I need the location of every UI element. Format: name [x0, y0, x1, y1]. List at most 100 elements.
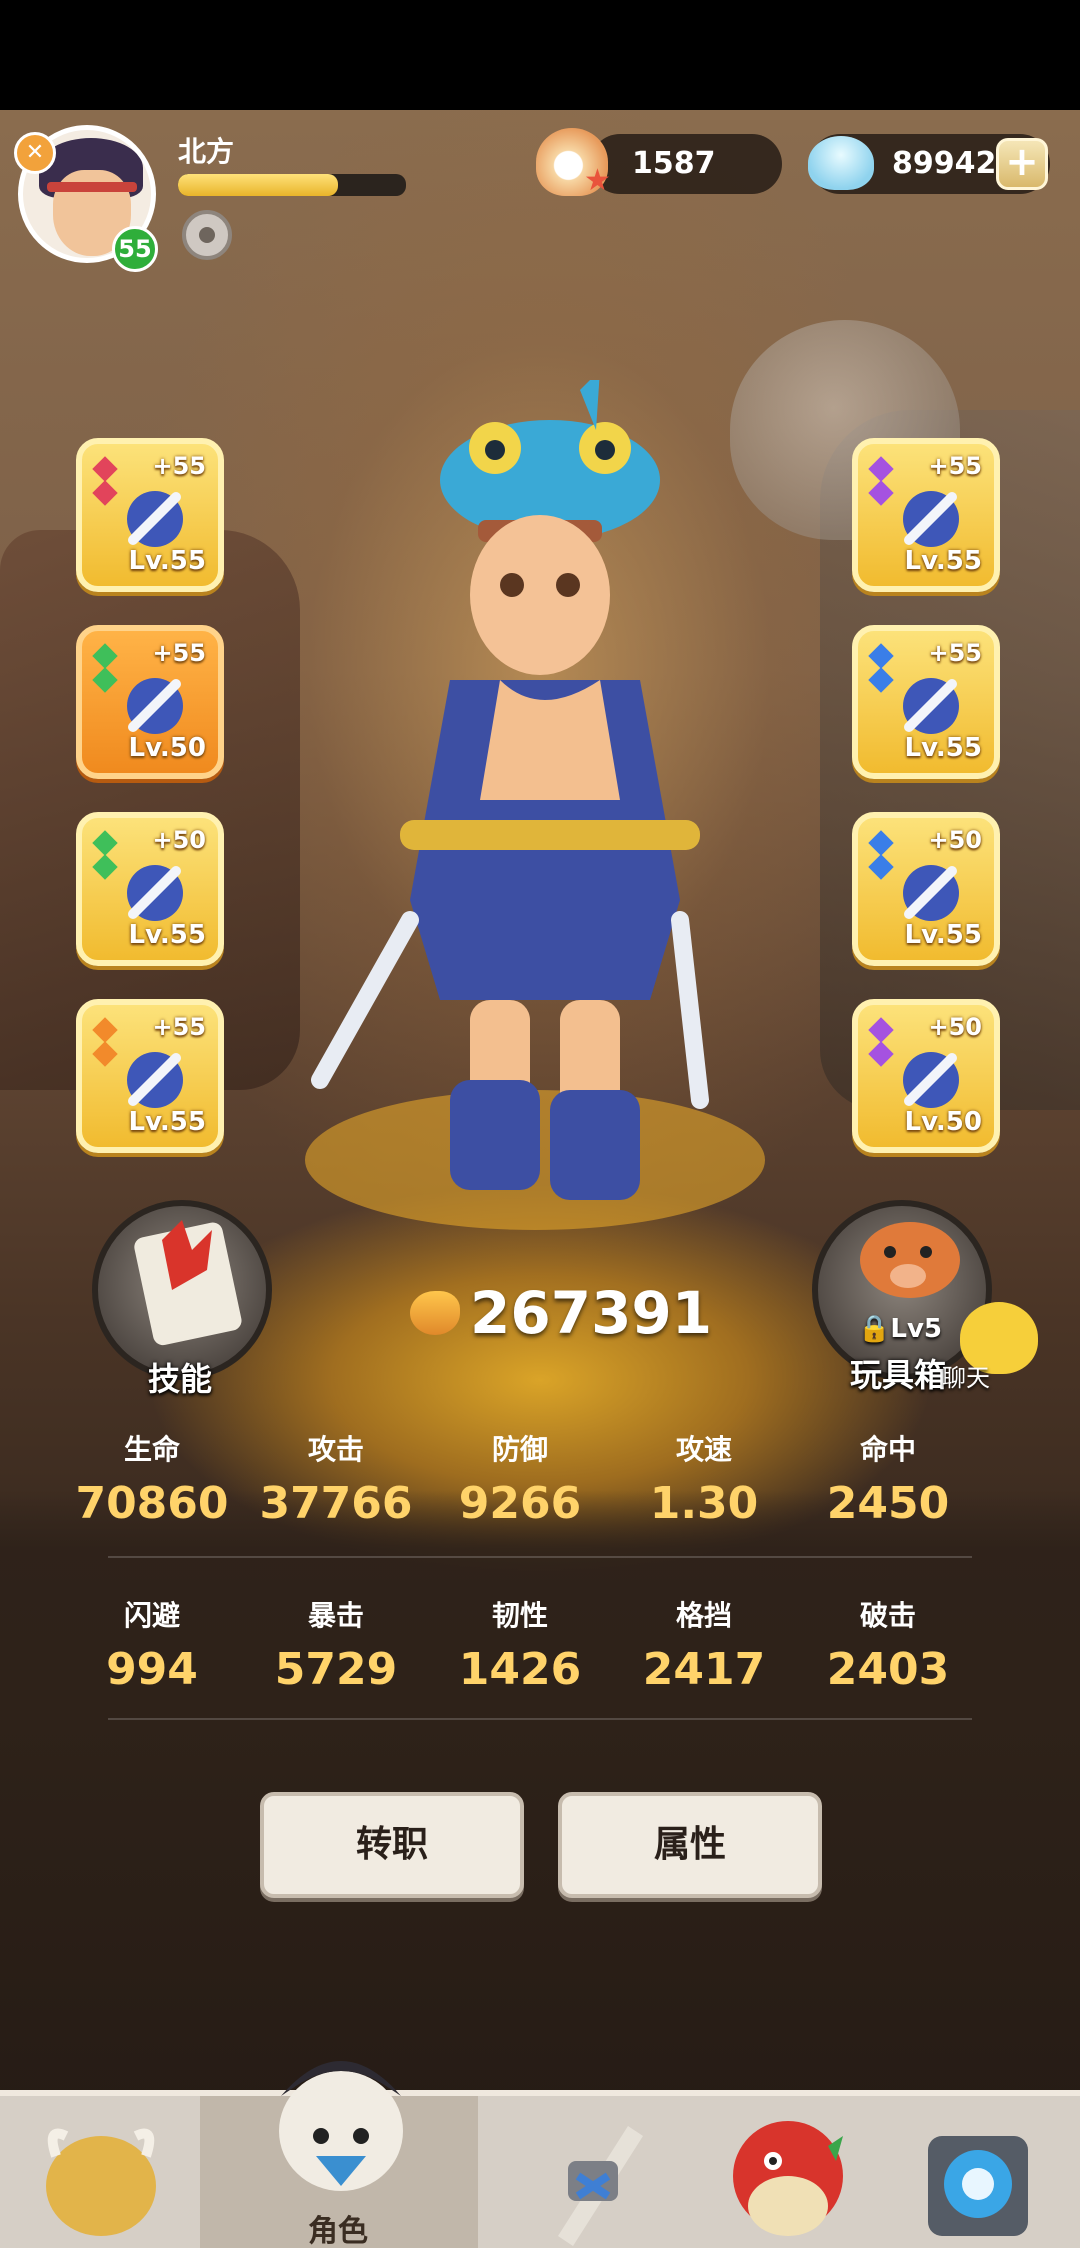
enhance-level: +50	[928, 1013, 982, 1041]
gem-icon	[92, 1017, 118, 1043]
stat-block: 格挡 2417	[612, 1594, 796, 1695]
job-change-button[interactable]: 转职	[260, 1792, 524, 1898]
equipment-slot-right-4[interactable]: +50 Lv.50	[852, 999, 1000, 1153]
stat-toughness: 韧性 1426	[428, 1594, 612, 1695]
gem-icon	[868, 643, 894, 669]
item-level: Lv.50	[904, 1107, 982, 1137]
stat-defense: 防御 9266	[428, 1428, 612, 1529]
character-icon	[279, 2061, 403, 2191]
nav-item-pets[interactable]	[698, 2096, 878, 2248]
equipment-slot-left-3[interactable]: +50 Lv.55	[76, 812, 224, 966]
stat-hp: 生命 70860	[60, 1428, 244, 1529]
ring-icon	[127, 1052, 183, 1108]
stat-value: 37766	[259, 1478, 413, 1529]
stat-value: 2403	[826, 1644, 950, 1695]
shell-icon	[808, 136, 874, 190]
equipment-slot-left-2[interactable]: +55 Lv.50	[76, 625, 224, 779]
stat-attack-speed: 攻速 1.30	[612, 1428, 796, 1529]
enhance-level: +55	[152, 1013, 206, 1041]
item-level: Lv.55	[904, 733, 982, 763]
stat-label: 防御	[491, 1433, 548, 1466]
player-character	[305, 380, 765, 1230]
equipment-slot-left-4[interactable]: +55 Lv.55	[76, 999, 224, 1153]
nav-item-character[interactable]: 角色	[200, 2061, 478, 2248]
item-level: Lv.55	[904, 546, 982, 576]
gem-icon	[868, 456, 894, 482]
gem-icon	[92, 456, 118, 482]
player-level-badge: 55	[112, 226, 158, 272]
item-level: Lv.50	[128, 733, 206, 763]
enhance-level: +50	[152, 826, 206, 854]
spear-icon	[903, 491, 959, 547]
settings-gear-icon[interactable]	[182, 210, 232, 260]
stat-label: 命中	[859, 1433, 916, 1466]
stat-value: 1.30	[649, 1478, 759, 1529]
stat-label: 破击	[859, 1599, 916, 1632]
gem-icon	[92, 854, 118, 880]
item-level: Lv.55	[128, 920, 206, 950]
stat-value: 994	[106, 1644, 198, 1695]
gem-icon	[92, 1041, 118, 1067]
weapon-icon	[558, 2126, 643, 2246]
equipment-slot-right-2[interactable]: +55 Lv.55	[852, 625, 1000, 779]
stat-value: 70860	[75, 1478, 229, 1529]
nav-item-portal[interactable]	[878, 2096, 1080, 2248]
enhance-level: +55	[152, 452, 206, 480]
exp-bar	[178, 174, 406, 196]
stat-label: 闪避	[123, 1599, 180, 1632]
equipment-slot-left-1[interactable]: +55 Lv.55	[76, 438, 224, 592]
gem-icon	[92, 830, 118, 856]
avatar-frame-icon: ✕	[14, 132, 56, 174]
stat-value: 2417	[642, 1644, 766, 1695]
stat-value: 5729	[274, 1644, 398, 1695]
add-currency-button[interactable]: +	[996, 138, 1048, 190]
boar-toy-icon	[860, 1222, 960, 1298]
stat-dodge: 闪避 994	[60, 1594, 244, 1695]
nav-label-character: 角色	[308, 2214, 368, 2248]
gem-icon	[868, 830, 894, 856]
gem-icon	[92, 667, 118, 693]
item-level: Lv.55	[128, 546, 206, 576]
stat-label: 攻击	[307, 1433, 364, 1466]
chat-label[interactable]: 聊天	[942, 1358, 990, 1393]
starfish-icon: ★	[584, 163, 611, 198]
stat-value: 1426	[458, 1644, 582, 1695]
stat-attack: 攻击 37766	[244, 1428, 428, 1529]
toy-box-lock-level: 🔒Lv5	[858, 1314, 942, 1344]
enhance-level: +55	[152, 639, 206, 667]
status-bar	[0, 0, 1080, 110]
stat-value: 9266	[458, 1478, 582, 1529]
armor-icon	[903, 865, 959, 921]
gem-icon	[92, 480, 118, 506]
divider	[108, 1718, 972, 1720]
pet-icon	[733, 2121, 843, 2236]
equipment-slot-right-1[interactable]: +55 Lv.55	[852, 438, 1000, 592]
bottom-nav: 角色	[0, 2061, 1080, 2248]
shell-count: 89942	[892, 146, 997, 181]
stat-label: 韧性	[491, 1599, 548, 1632]
stat-armor-break: 破击 2403	[796, 1594, 980, 1695]
gem-icon	[92, 643, 118, 669]
item-level: Lv.55	[904, 920, 982, 950]
attributes-button[interactable]: 属性	[558, 1792, 822, 1898]
fish-helmet-icon	[127, 678, 183, 734]
equipment-slot-right-3[interactable]: +50 Lv.55	[852, 812, 1000, 966]
gem-icon	[868, 480, 894, 506]
nav-item-weapons[interactable]	[478, 2096, 698, 2248]
gem-icon	[868, 667, 894, 693]
stat-value: 2450	[826, 1478, 950, 1529]
toy-box-label: 玩具箱	[850, 1356, 947, 1394]
gem-icon	[868, 854, 894, 880]
necklace-icon	[903, 1052, 959, 1108]
stat-label: 生命	[123, 1433, 180, 1466]
player-name: 北方	[178, 135, 235, 168]
stat-crit: 暴击 5729	[244, 1594, 428, 1695]
enhance-level: +55	[928, 452, 982, 480]
portal-icon	[928, 2136, 1028, 2236]
skill-book-icon	[134, 1220, 242, 1346]
enhance-level: +50	[928, 826, 982, 854]
enhance-level: +55	[928, 639, 982, 667]
stats-row-primary: 生命 70860 攻击 37766 防御 9266 攻速 1.30 命中 2450	[60, 1428, 1020, 1529]
combat-power-value: 267391	[470, 1279, 713, 1347]
nav-item-tribe[interactable]	[0, 2096, 200, 2248]
